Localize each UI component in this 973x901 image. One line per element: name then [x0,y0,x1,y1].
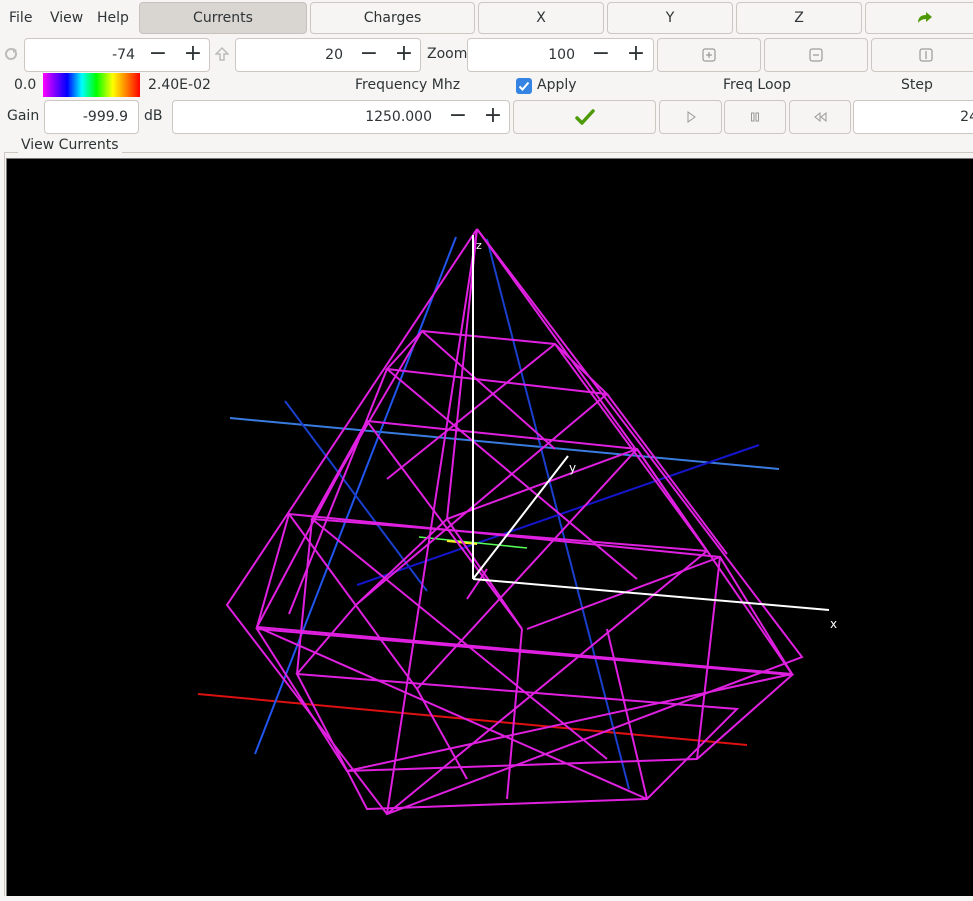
scale-max-label: 2.40E-02 [148,77,211,93]
axis-y-label: y [569,461,576,475]
scale-min-label: 0.0 [14,77,37,93]
pause-button[interactable] [724,100,786,134]
frequency-increment-button[interactable]: + [476,100,510,134]
checkmark-icon [574,109,595,125]
pause-icon [750,109,760,125]
menu-file[interactable]: File [9,6,32,30]
step-label: Step [901,77,933,93]
zoom-increment-button[interactable]: + [619,38,653,72]
antenna-wireframe: z x y [197,228,837,816]
incline-decrement-button[interactable]: − [352,38,386,72]
redo-button[interactable] [865,2,973,34]
apply-frequency-button[interactable] [513,100,656,134]
rewind-icon [813,109,827,125]
frequency-label: Frequency Mhz [355,77,461,93]
zoom-label: Zoom [427,46,468,62]
currents-button[interactable]: Currents [139,2,307,34]
rotate-icon [4,47,18,65]
play-button[interactable] [659,100,722,134]
zoom-out-button[interactable] [764,38,868,72]
charges-button[interactable]: Charges [310,2,475,34]
incline-increment-button[interactable]: + [387,38,421,72]
color-scale-bar [43,73,140,97]
zoom-out-icon [809,47,823,63]
axis-x-label: x [830,617,837,631]
gain-unit: dB [144,108,163,124]
gain-label: Gain [7,108,40,124]
rotate-decrement-button[interactable]: − [141,38,175,72]
apply-checkbox[interactable] [516,78,532,94]
step-field[interactable]: 24 [853,100,973,134]
rotate-value: -74 [112,47,135,63]
freq-loop-label: Freq Loop [723,77,792,93]
gain-value: -999.9 [82,109,128,125]
menu-help[interactable]: Help [97,6,129,30]
redo-arrow-icon [916,10,934,26]
pyramid-wires [225,228,804,816]
axis-z-label: z [476,239,482,252]
step-value: 24 [960,109,973,125]
rewind-button[interactable] [789,100,851,134]
gain-field: -999.9 [44,100,139,134]
menu-view[interactable]: View [50,6,83,30]
view-frame-title: View Currents [18,137,122,153]
frequency-decrement-button[interactable]: − [441,100,475,134]
apply-label: Apply [537,77,577,93]
zoom-restore-icon [919,47,933,63]
zoom-restore-button[interactable] [871,38,973,72]
zoom-decrement-button[interactable]: − [584,38,618,72]
view-z-button[interactable]: Z [736,2,862,34]
zoom-in-button[interactable] [657,38,761,72]
view-y-button[interactable]: Y [607,2,733,34]
structure-viewport[interactable]: z x y [6,158,973,896]
play-icon [686,109,696,125]
frequency-value: 1250.000 [365,109,432,125]
incline-value: 20 [325,47,343,63]
rotate-increment-button[interactable]: + [176,38,210,72]
zoom-value: 100 [548,47,575,63]
incline-icon [214,46,230,66]
zoom-in-icon [702,47,716,63]
view-x-button[interactable]: X [478,2,604,34]
